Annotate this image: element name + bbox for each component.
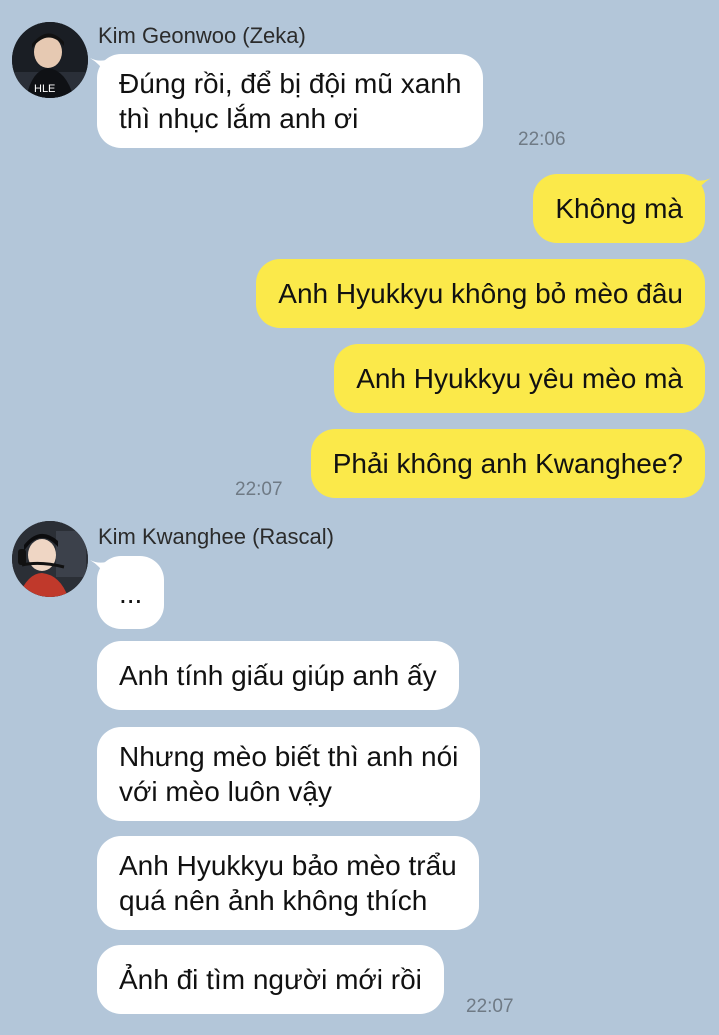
message-text-line: với mèo luôn vậy [119, 776, 332, 807]
message-text-line: Ảnh đi tìm người mới rồi [119, 964, 422, 995]
message-bubble[interactable]: Đúng rồi, để bị đội mũ xanh thì nhục lắm… [97, 54, 484, 148]
message-text-line: Anh Hyukkyu không bỏ mèo đâu [278, 278, 683, 309]
avatar-zeka[interactable]: HLE [12, 22, 88, 98]
message-text-line: Anh Hyukkyu bảo mèo trẩu [119, 850, 457, 881]
message-text-line: Không mà [555, 193, 683, 224]
message-text-line: Phải không anh Kwanghee? [332, 448, 683, 479]
message-bubble[interactable]: ... [97, 556, 165, 629]
svg-text:HLE: HLE [34, 83, 55, 95]
message-bubble[interactable]: Nhưng mèo biết thì anh nói với mèo luôn … [97, 727, 481, 821]
message-text-line: Anh Hyukkyu yêu mèo mà [356, 363, 683, 394]
message-timestamp: 22:06 [518, 129, 566, 150]
message-text-line: Đúng rồi, để bị đội mũ xanh [119, 68, 462, 99]
message-bubble[interactable]: Anh tính giấu giúp anh ấy [97, 641, 459, 710]
message-bubble[interactable]: Anh Hyukkyu yêu mèo mà [334, 344, 705, 413]
message-timestamp: 22:07 [235, 479, 283, 500]
message-timestamp: 22:07 [466, 996, 514, 1017]
message-text-line: thì nhục lắm anh ơi [119, 103, 359, 134]
message-text-line: ... [119, 578, 143, 609]
message-text-line: Nhưng mèo biết thì anh nói [119, 741, 459, 772]
avatar-zeka-image: HLE [12, 22, 88, 98]
avatar-rascal-image [12, 521, 88, 597]
message-bubble[interactable]: Không mà [533, 174, 705, 243]
sender-name: Kim Kwanghee (Rascal) [98, 524, 334, 549]
message-text-line: quá nên ảnh không thích [119, 885, 428, 916]
message-bubble[interactable]: Anh Hyukkyu không bỏ mèo đâu [256, 259, 705, 328]
avatar-rascal[interactable] [12, 521, 88, 597]
chat-window[interactable]: HLE Kim Geonwoo (Zeka) Đúng rồi, để bị đ… [0, 0, 719, 1035]
message-bubble[interactable]: Anh Hyukkyu bảo mèo trẩu quá nên ảnh khô… [97, 836, 479, 930]
message-text-line: Anh tính giấu giúp anh ấy [119, 660, 437, 691]
message-bubble[interactable]: Phải không anh Kwanghee? [310, 429, 705, 498]
message-bubble[interactable]: Ảnh đi tìm người mới rồi [97, 945, 444, 1014]
sender-name: Kim Geonwoo (Zeka) [98, 23, 306, 48]
